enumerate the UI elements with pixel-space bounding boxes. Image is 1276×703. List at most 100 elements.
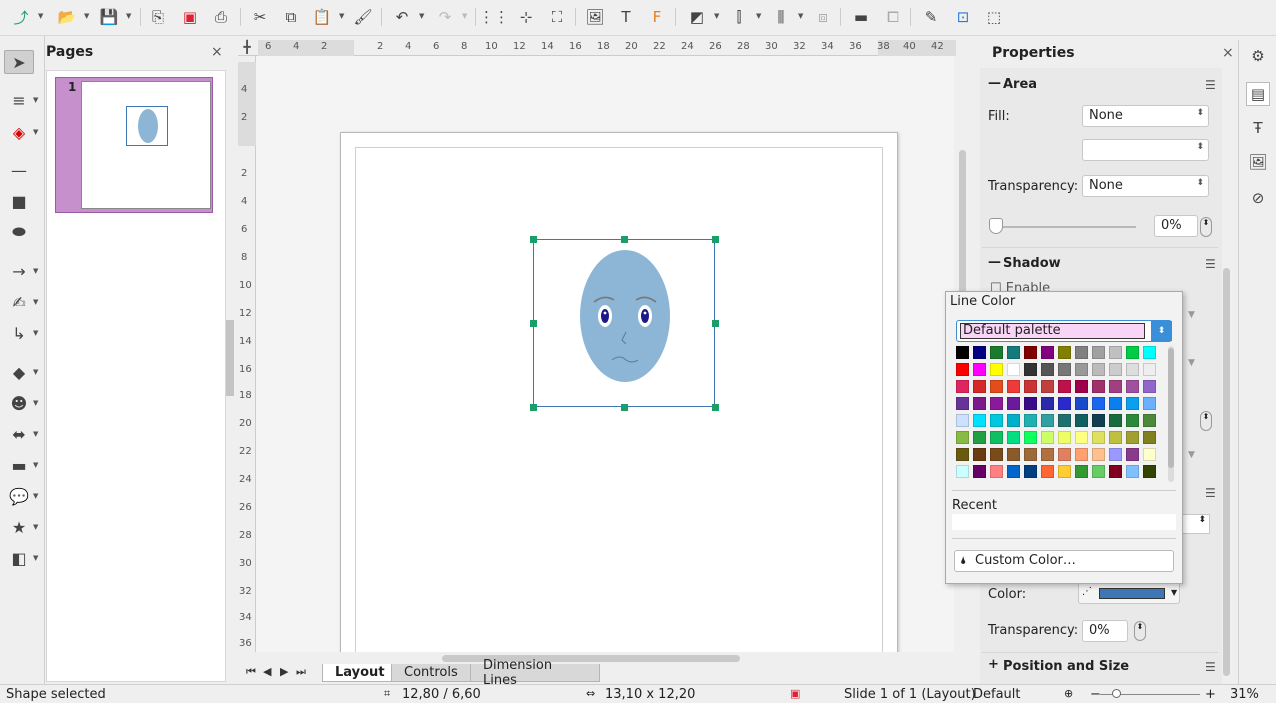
color-swatch[interactable]	[1024, 397, 1037, 410]
color-swatch[interactable]	[990, 346, 1003, 359]
navigator-deck-icon[interactable]: ⊘	[1246, 186, 1270, 210]
color-swatch[interactable]	[973, 448, 986, 461]
fontwork-icon[interactable]: F	[646, 6, 668, 28]
chevron-down-icon[interactable]: ⬍	[1151, 321, 1172, 341]
color-swatch[interactable]	[973, 380, 986, 393]
color-swatch[interactable]	[990, 448, 1003, 461]
custom-color-button[interactable]: 🌢 Custom Color…	[954, 550, 1174, 572]
color-swatch[interactable]	[1126, 465, 1139, 478]
flowchart-icon[interactable]: ▬	[4, 453, 34, 477]
color-swatch[interactable]	[1092, 414, 1105, 427]
color-swatch[interactable]	[1041, 448, 1054, 461]
color-swatch[interactable]	[1041, 380, 1054, 393]
color-swatch[interactable]	[973, 346, 986, 359]
page-thumbnail[interactable]: 1	[55, 77, 213, 213]
color-swatch[interactable]	[1075, 363, 1088, 376]
color-swatch[interactable]	[1143, 380, 1156, 393]
color-swatch[interactable]	[1007, 448, 1020, 461]
color-swatch[interactable]	[1041, 414, 1054, 427]
color-swatch[interactable]	[1126, 363, 1139, 376]
menu-icon[interactable]: ☰	[1205, 486, 1216, 500]
distribute-icon[interactable]: ⧈	[812, 6, 834, 28]
spin-button[interactable]: ⬍	[1200, 411, 1212, 431]
3d-object-icon[interactable]: ⬚	[983, 6, 1005, 28]
basic-shapes-icon[interactable]: ◆	[4, 360, 34, 384]
color-swatch[interactable]	[1024, 448, 1037, 461]
color-swatch[interactable]	[1126, 448, 1139, 461]
color-swatch[interactable]	[1058, 363, 1071, 376]
color-swatch[interactable]	[1092, 431, 1105, 444]
color-swatch[interactable]	[973, 363, 986, 376]
resize-handle[interactable]	[712, 320, 719, 327]
save-icon[interactable]: 💾	[98, 6, 120, 28]
color-swatch[interactable]	[1024, 465, 1037, 478]
color-swatch[interactable]	[1092, 346, 1105, 359]
line-transparency-field[interactable]: 0%	[1082, 620, 1128, 642]
color-swatch[interactable]	[1041, 397, 1054, 410]
arrange-icon[interactable]: ⫼	[770, 6, 792, 28]
slider-thumb[interactable]	[989, 218, 1003, 234]
panel-splitter[interactable]	[226, 320, 234, 396]
menu-icon[interactable]: ☰	[1205, 78, 1216, 92]
undo-icon[interactable]: ↶	[391, 6, 413, 28]
snap-guides-icon[interactable]: ⊹	[515, 6, 537, 28]
copy-icon[interactable]: ⧉	[280, 6, 302, 28]
color-swatch[interactable]	[1058, 380, 1071, 393]
paste-icon[interactable]: 📋	[311, 6, 333, 28]
color-swatch[interactable]	[956, 431, 969, 444]
color-swatch[interactable]	[1126, 414, 1139, 427]
grid-icon[interactable]: ⋮⋮	[479, 6, 509, 28]
color-swatch[interactable]	[1109, 380, 1122, 393]
resize-handle[interactable]	[621, 236, 628, 243]
color-swatch[interactable]	[1041, 465, 1054, 478]
color-swatch[interactable]	[1092, 363, 1105, 376]
color-swatch[interactable]	[1024, 431, 1037, 444]
color-swatch[interactable]	[1058, 346, 1071, 359]
align-icon[interactable]: ⫿	[728, 6, 750, 28]
color-swatch[interactable]	[1092, 465, 1105, 478]
transformations-icon[interactable]: ◩	[686, 6, 708, 28]
color-swatch[interactable]	[1143, 346, 1156, 359]
color-swatch[interactable]	[973, 414, 986, 427]
color-swatch[interactable]	[1143, 431, 1156, 444]
color-swatch[interactable]	[1007, 363, 1020, 376]
select-tool-icon[interactable]: ➤	[4, 50, 34, 74]
arrow-line-icon[interactable]: →	[4, 259, 34, 283]
prev-tab-icon[interactable]: ◀	[263, 665, 271, 678]
symbol-shapes-icon[interactable]: ☻	[4, 391, 34, 415]
ellipse-tool-icon[interactable]: ⬬	[4, 220, 34, 244]
palette-scrollbar[interactable]	[1168, 348, 1174, 468]
resize-handle[interactable]	[712, 404, 719, 411]
resize-handle[interactable]	[530, 404, 537, 411]
properties-scrollbar[interactable]	[1223, 268, 1230, 676]
rectangle-tool-icon[interactable]: ■	[4, 189, 34, 213]
color-swatch[interactable]	[973, 431, 986, 444]
color-swatch[interactable]	[956, 448, 969, 461]
color-swatch[interactable]	[956, 465, 969, 478]
fill-detail-select[interactable]: ⬍	[1082, 139, 1209, 161]
color-swatch[interactable]	[1024, 380, 1037, 393]
fill-select[interactable]: None ⬍	[1082, 105, 1209, 127]
color-swatch[interactable]	[1007, 465, 1020, 478]
color-swatch[interactable]	[956, 380, 969, 393]
gluepoints-icon[interactable]: ⊡	[952, 6, 974, 28]
color-swatch[interactable]	[990, 465, 1003, 478]
color-swatch[interactable]	[956, 397, 969, 410]
color-swatch[interactable]	[1075, 380, 1088, 393]
properties-deck-icon[interactable]: ▤	[1246, 82, 1270, 106]
curve-tool-icon[interactable]: ✍	[4, 290, 34, 314]
fit-page-icon[interactable]: ⊕	[1064, 687, 1073, 700]
stars-icon[interactable]: ★	[4, 515, 34, 539]
color-swatch[interactable]	[1024, 346, 1037, 359]
color-swatch[interactable]	[1007, 431, 1020, 444]
print-icon[interactable]: ⎙	[210, 6, 232, 28]
color-swatch[interactable]	[1075, 397, 1088, 410]
color-swatch[interactable]	[1024, 363, 1037, 376]
color-swatch[interactable]	[1075, 465, 1088, 478]
cut-icon[interactable]: ✂	[249, 6, 271, 28]
export-pdf-icon[interactable]: ▣	[179, 6, 201, 28]
color-swatch[interactable]	[1041, 346, 1054, 359]
close-icon[interactable]: ×	[1222, 45, 1234, 61]
line-width-select[interactable]: ⬍	[1180, 514, 1210, 534]
color-swatch[interactable]	[1007, 346, 1020, 359]
